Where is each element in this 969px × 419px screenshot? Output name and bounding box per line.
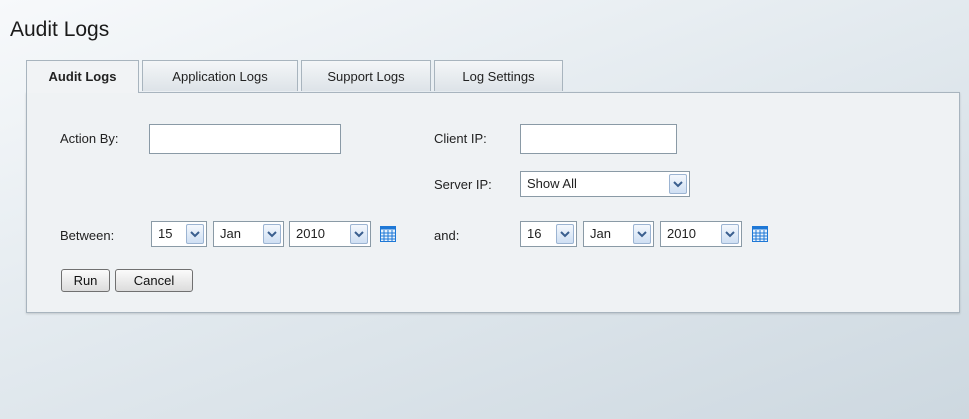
from-day-value: 15 xyxy=(158,226,173,241)
to-day-select[interactable]: 16 xyxy=(520,221,577,247)
from-month-select[interactable]: Jan xyxy=(213,221,284,247)
calendar-icon[interactable] xyxy=(380,226,396,242)
cancel-button[interactable]: Cancel xyxy=(115,269,193,292)
run-button[interactable]: Run xyxy=(61,269,110,292)
calendar-icon[interactable] xyxy=(752,226,768,242)
chevron-down-icon[interactable] xyxy=(186,224,204,244)
to-year-value: 2010 xyxy=(667,226,696,241)
from-year-select[interactable]: 2010 xyxy=(289,221,371,247)
and-label: and: xyxy=(434,228,460,243)
audit-logs-panel: Action By: Client IP: Server IP: Show Al… xyxy=(26,92,960,313)
tab-application-logs[interactable]: Application Logs xyxy=(142,60,298,91)
to-year-select[interactable]: 2010 xyxy=(660,221,742,247)
chevron-down-icon[interactable] xyxy=(556,224,574,244)
from-day-select[interactable]: 15 xyxy=(151,221,207,247)
server-ip-value: Show All xyxy=(527,176,577,191)
to-month-value: Jan xyxy=(590,226,611,241)
server-ip-label: Server IP: xyxy=(434,177,492,192)
chevron-down-icon[interactable] xyxy=(633,224,651,244)
chevron-down-icon[interactable] xyxy=(263,224,281,244)
to-month-select[interactable]: Jan xyxy=(583,221,654,247)
tab-support-logs[interactable]: Support Logs xyxy=(301,60,431,91)
chevron-down-icon[interactable] xyxy=(669,174,687,194)
client-ip-label: Client IP: xyxy=(434,131,487,146)
action-by-label: Action By: xyxy=(60,131,119,146)
client-ip-input[interactable] xyxy=(520,124,677,154)
page-title: Audit Logs xyxy=(10,18,110,41)
chevron-down-icon[interactable] xyxy=(721,224,739,244)
tab-log-settings[interactable]: Log Settings xyxy=(434,60,563,91)
between-label: Between: xyxy=(60,228,115,243)
from-month-value: Jan xyxy=(220,226,241,241)
from-year-value: 2010 xyxy=(296,226,325,241)
chevron-down-icon[interactable] xyxy=(350,224,368,244)
tab-audit-logs[interactable]: Audit Logs xyxy=(26,60,139,93)
server-ip-select[interactable]: Show All xyxy=(520,171,690,197)
action-by-input[interactable] xyxy=(149,124,341,154)
to-day-value: 16 xyxy=(527,226,542,241)
